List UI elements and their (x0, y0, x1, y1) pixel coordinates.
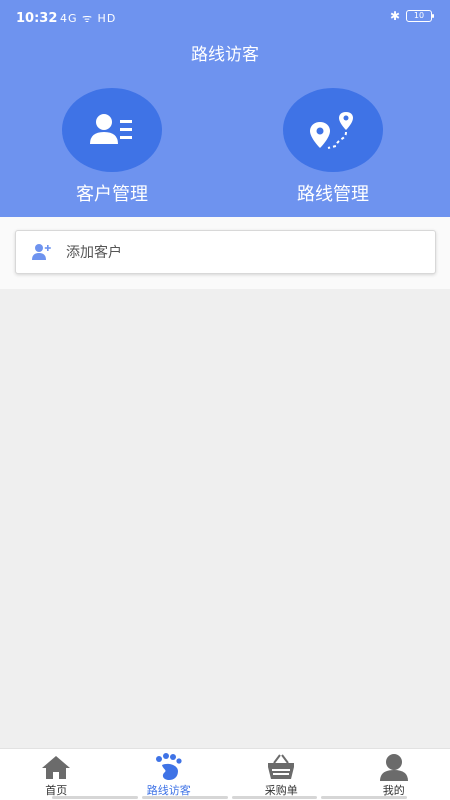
tab-route-visitor[interactable]: 路线访客 (113, 749, 226, 800)
route-management-button[interactable]: 路线管理 (273, 88, 393, 206)
bottom-tab-bar: 首页 路线访客 采购单 我的 (0, 748, 450, 800)
customer-management-label: 客户管理 (76, 184, 148, 205)
customer-management-button[interactable]: 客户管理 (52, 88, 172, 206)
route-management-label: 路线管理 (297, 184, 369, 205)
page-title: 路线访客 (191, 45, 259, 65)
header-banner: 10:32 4G ᯤ HD ✱ 10 路线访客 客户管理 路线管理 (0, 0, 450, 217)
tab-home[interactable]: 首页 (0, 749, 113, 800)
user-icon (379, 752, 409, 782)
signal-icons: 4G ᯤ HD (60, 12, 117, 25)
tab-mine[interactable]: 我的 (338, 749, 450, 800)
status-bar: 10:32 4G ᯤ HD ✱ 10 (0, 0, 450, 36)
home-icon (41, 752, 71, 782)
add-customer-button[interactable]: 添加客户 (15, 230, 436, 274)
route-pin-icon (283, 88, 383, 172)
add-customer-label: 添加客户 (66, 245, 122, 261)
gesture-bar (52, 796, 407, 799)
footprints-icon (154, 752, 184, 782)
customer-list-icon (62, 88, 162, 172)
basket-icon (266, 752, 296, 782)
add-user-icon (32, 242, 52, 262)
tab-purchase-order[interactable]: 采购单 (225, 749, 338, 800)
status-right: ✱ 10 (389, 9, 434, 23)
status-time: 10:32 (16, 11, 58, 26)
battery-icon: 10 (406, 10, 434, 22)
bluetooth-icon: ✱ (389, 9, 400, 23)
